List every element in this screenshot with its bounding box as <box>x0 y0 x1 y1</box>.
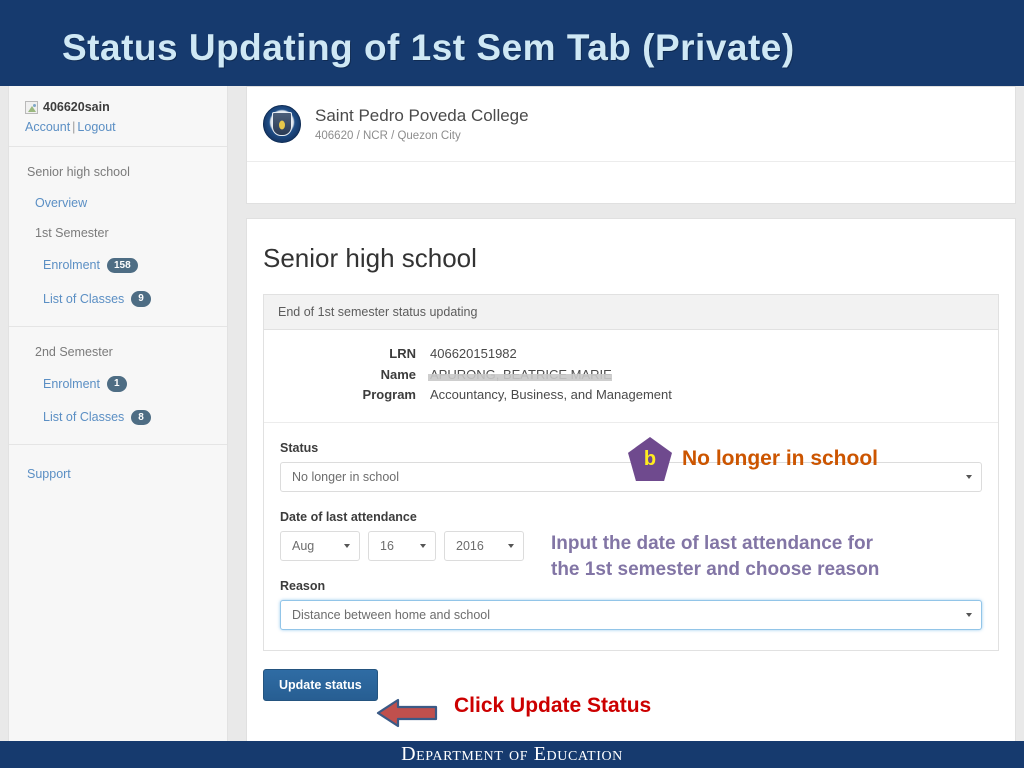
sidebar-group-2: 2nd Semester Enrolment 1 List of Classes… <box>9 327 227 445</box>
detail-value: Accountancy, Business, and Management <box>430 387 672 403</box>
month-select[interactable]: Aug <box>280 530 360 561</box>
detail-label: Name <box>380 366 416 382</box>
sidebar-item-1st-semester: 1st Semester <box>9 218 227 249</box>
sidebar-item-label: Support <box>27 467 71 481</box>
chevron-down-icon <box>966 474 972 479</box>
sidebar-user-block: 406620sain Account | Logout <box>9 86 227 147</box>
card-inner-divider <box>264 421 998 423</box>
sidebar-item-label: Enrolment <box>43 376 100 391</box>
embedded-screenshot: 406620sain Account | Logout Senior high sc… <box>0 86 1024 741</box>
year-select-value: 2016 <box>456 538 484 553</box>
day-select-value: 16 <box>380 538 394 553</box>
school-seal-icon <box>263 105 301 143</box>
detail-label: Program <box>362 387 416 403</box>
sidebar-item-list-of-classes-1st[interactable]: List of Classes 9 <box>9 282 227 316</box>
user-row: 406620sain <box>25 100 227 114</box>
footer-text: Department of Education <box>401 743 623 765</box>
main-content-panel: Senior high school End of 1st semester s… <box>246 218 1016 741</box>
sidebar-item-list-of-classes-2nd[interactable]: List of Classes 8 <box>9 401 227 435</box>
sidebar-item-overview[interactable]: Overview <box>9 188 227 219</box>
page-title: Senior high school <box>263 243 477 273</box>
broken-image-icon <box>25 100 38 114</box>
sidebar-badge-classes-2nd: 8 <box>131 409 151 425</box>
slide-root: Status Updating of 1st Sem Tab (Private)… <box>0 0 1024 768</box>
annotation-badge-letter: b <box>643 447 657 470</box>
sidebar-item-label: Enrolment <box>43 258 100 272</box>
status-select-value: No longer in school <box>292 469 400 484</box>
logout-link[interactable]: Logout <box>77 120 115 134</box>
detail-value: 406620151982 <box>430 346 517 361</box>
school-header-panel: Saint Pedro Poveda College 406620 / NCR … <box>246 86 1016 204</box>
day-select[interactable]: 16 <box>368 530 436 561</box>
sidebar-item-label: Overview <box>35 195 88 210</box>
user-links: Account | Logout <box>25 120 227 134</box>
annotation-input-date-note: Input the date of last attendance for th… <box>551 531 879 583</box>
left-arrow-icon <box>376 698 438 728</box>
sidebar-badge-enrolment-1st: 158 <box>106 257 138 273</box>
sidebar-item-label: Senior high school <box>27 165 130 179</box>
detail-row-name: Name APURONG, BEATRICE MARIE <box>280 365 982 386</box>
sidebar-support-block: Support <box>9 445 227 500</box>
sidebar-item-label: 1st Semester <box>35 226 109 240</box>
reason-select[interactable]: Distance between home and school <box>280 599 982 630</box>
account-link[interactable]: Account <box>25 120 70 134</box>
school-meta: 406620 / NCR / Quezon City <box>315 130 461 143</box>
annotation-line-2: the 1st semester and choose reason <box>551 559 880 581</box>
reason-select-value: Distance between home and school <box>292 607 491 622</box>
school-row: Saint Pedro Poveda College 406620 / NCR … <box>247 87 1015 143</box>
chevron-down-icon <box>966 612 972 617</box>
date-of-last-attendance-label: Date of last attendance <box>280 509 417 524</box>
sidebar-item-label: 2nd Semester <box>35 344 113 359</box>
year-select[interactable]: 2016 <box>444 530 524 561</box>
detail-label: LRN <box>389 346 416 361</box>
detail-row-lrn: LRN 406620151982 <box>280 344 982 365</box>
sidebar-item-label: List of Classes <box>43 291 125 306</box>
card-header: End of 1st semester status updating <box>264 295 998 330</box>
chevron-down-icon <box>344 543 350 548</box>
sidebar-badge-classes-1st: 9 <box>131 291 151 307</box>
slide-title-banner: Status Updating of 1st Sem Tab (Private) <box>0 0 1024 86</box>
detail-value-container: APURONG, BEATRICE MARIE <box>428 365 612 386</box>
panel-divider <box>247 161 1015 162</box>
slide-title: Status Updating of 1st Sem Tab (Private) <box>62 27 795 68</box>
annotation-click-update-status: Click Update Status <box>454 694 652 717</box>
annotation-line-1: Input the date of last attendance for <box>551 533 873 554</box>
sidebar-item-enrolment-2nd[interactable]: Enrolment 1 <box>9 367 227 401</box>
school-text-block: Saint Pedro Poveda College 406620 / NCR … <box>315 106 529 142</box>
chevron-down-icon <box>508 543 514 548</box>
card-body: LRN 406620151982 Name APURONG, BEATRICE … <box>264 330 998 650</box>
month-select-value: Aug <box>292 538 315 553</box>
sidebar-item-label: List of Classes <box>43 410 125 424</box>
sidebar-item-support[interactable]: Support <box>23 459 227 490</box>
detail-row-program: Program Accountancy, Business, and Manag… <box>280 385 982 406</box>
chevron-down-icon <box>420 543 426 548</box>
school-name: Saint Pedro Poveda College <box>315 105 529 125</box>
user-name: 406620sain <box>43 100 110 114</box>
sidebar-item-2nd-semester: 2nd Semester <box>9 337 227 368</box>
sidebar-item-senior-high-school: Senior high school <box>9 157 227 188</box>
status-update-card: End of 1st semester status updating LRN … <box>263 294 999 651</box>
sidebar: 406620sain Account | Logout Senior high sc… <box>8 86 228 741</box>
detail-value-redacted: APURONG, BEATRICE MARIE <box>428 365 612 386</box>
sidebar-badge-enrolment-2nd: 1 <box>106 376 127 392</box>
sidebar-item-enrolment-1st[interactable]: Enrolment 158 <box>9 249 227 283</box>
sidebar-group-1: Senior high school Overview 1st Semester… <box>9 147 227 327</box>
annotation-no-longer-in-school: No longer in school <box>682 447 879 470</box>
update-status-button[interactable]: Update status <box>263 668 378 701</box>
